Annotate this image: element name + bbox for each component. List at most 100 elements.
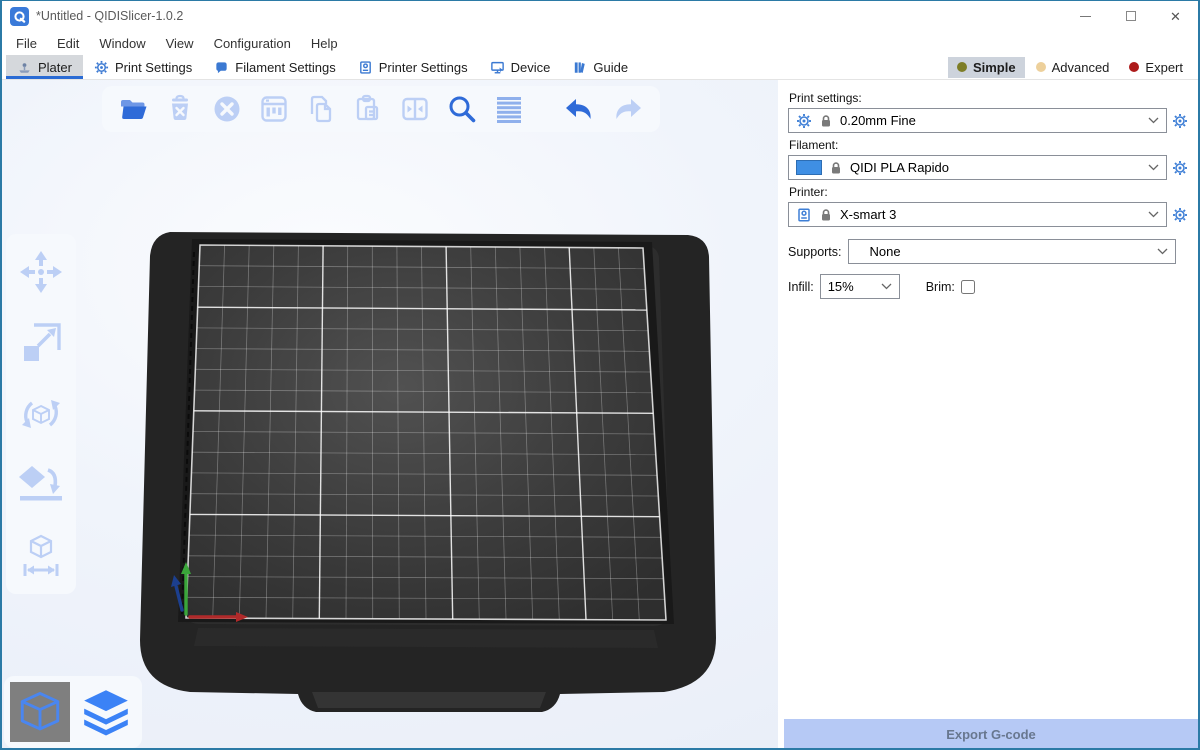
minimize-button[interactable] bbox=[1063, 1, 1108, 31]
menu-file[interactable]: File bbox=[6, 31, 47, 55]
open-folder-icon bbox=[116, 92, 150, 126]
edit-print-settings-button[interactable] bbox=[1172, 113, 1188, 129]
app-window: *Untitled - QIDISlicer-1.0.2 ✕ File Edit… bbox=[0, 0, 1200, 750]
device-icon bbox=[490, 60, 505, 75]
printer-icon bbox=[796, 207, 812, 223]
redo-icon bbox=[610, 92, 646, 126]
mode-simple[interactable]: Simple bbox=[948, 57, 1025, 78]
filament-label: Filament: bbox=[789, 138, 1188, 152]
filament-settings-icon bbox=[214, 60, 229, 75]
printer-combo[interactable]: X-smart 3 bbox=[788, 202, 1167, 227]
chevron-down-icon bbox=[1148, 211, 1159, 218]
preset-gear-icon bbox=[796, 113, 812, 129]
printer-label: Printer: bbox=[789, 185, 1188, 199]
brim-checkbox[interactable] bbox=[961, 280, 975, 294]
tab-plater[interactable]: Plater bbox=[6, 55, 83, 79]
chevron-down-icon bbox=[1157, 248, 1168, 255]
mode-expert[interactable]: Expert bbox=[1120, 57, 1192, 78]
arrange-button[interactable] bbox=[257, 92, 291, 126]
infill-combo[interactable]: 15% bbox=[820, 274, 900, 299]
supports-value: None bbox=[856, 244, 901, 259]
printer-value: X-smart 3 bbox=[840, 207, 896, 222]
print-settings-value: 0.20mm Fine bbox=[840, 113, 916, 128]
delete-trash-icon bbox=[163, 92, 197, 126]
undo-button[interactable] bbox=[561, 92, 597, 126]
search-icon bbox=[445, 92, 479, 126]
expert-mode-dot-icon bbox=[1129, 62, 1139, 72]
mode-advanced[interactable]: Advanced bbox=[1027, 57, 1119, 78]
view-mode-toggles bbox=[4, 676, 142, 748]
window-controls: ✕ bbox=[1063, 1, 1198, 31]
tab-guide[interactable]: Guide bbox=[561, 55, 639, 79]
scale-gizmo-button[interactable] bbox=[18, 320, 64, 366]
measure-icon bbox=[18, 533, 64, 579]
menu-help[interactable]: Help bbox=[301, 31, 348, 55]
tab-print-settings[interactable]: Print Settings bbox=[83, 55, 203, 79]
title-bar: *Untitled - QIDISlicer-1.0.2 ✕ bbox=[2, 1, 1198, 31]
window-title: *Untitled - QIDISlicer-1.0.2 bbox=[36, 9, 1063, 23]
minimize-icon bbox=[1080, 16, 1091, 17]
plater-3d-viewport[interactable] bbox=[2, 80, 778, 750]
close-button[interactable]: ✕ bbox=[1153, 1, 1198, 31]
place-on-face-gizmo-button[interactable] bbox=[18, 462, 64, 508]
preview-view-button[interactable] bbox=[80, 686, 132, 738]
copy-icon bbox=[304, 92, 338, 126]
measure-gizmo-button[interactable] bbox=[18, 533, 64, 579]
chevron-down-icon bbox=[1148, 117, 1159, 124]
bed-front-band bbox=[194, 628, 658, 648]
print-settings-gear-icon bbox=[94, 60, 109, 75]
print-settings-combo[interactable]: 0.20mm Fine bbox=[788, 108, 1167, 133]
paste-button[interactable] bbox=[351, 92, 385, 126]
settings-sidebar: Print settings: 0.20mm Fine Filament: QI… bbox=[778, 80, 1198, 750]
open-button[interactable] bbox=[116, 92, 150, 126]
move-gizmo-button[interactable] bbox=[18, 249, 64, 295]
split-objects-icon bbox=[398, 92, 432, 126]
printer-settings-icon bbox=[358, 60, 373, 75]
edit-filament-button[interactable] bbox=[1172, 160, 1188, 176]
print-bed-3d-model[interactable] bbox=[2, 80, 778, 750]
menu-window[interactable]: Window bbox=[89, 31, 155, 55]
lock-icon bbox=[820, 208, 832, 222]
delete-all-icon bbox=[210, 92, 244, 126]
tab-filament-settings[interactable]: Filament Settings bbox=[203, 55, 346, 79]
scale-icon bbox=[18, 320, 64, 366]
edit-printer-button[interactable] bbox=[1172, 207, 1188, 223]
chevron-down-icon bbox=[881, 283, 892, 290]
rotate-gizmo-button[interactable] bbox=[18, 391, 64, 437]
supports-combo[interactable]: None bbox=[848, 239, 1176, 264]
preview-layers-icon bbox=[80, 686, 132, 738]
menu-edit[interactable]: Edit bbox=[47, 31, 89, 55]
split-objects-button[interactable] bbox=[398, 92, 432, 126]
maximize-icon bbox=[1126, 11, 1136, 21]
app-logo-icon bbox=[10, 7, 29, 26]
infill-value: 15% bbox=[828, 279, 854, 294]
export-gcode-button[interactable]: Export G-code bbox=[784, 719, 1198, 750]
delete-all-button[interactable] bbox=[210, 92, 244, 126]
plater-toolbar bbox=[102, 86, 660, 132]
editor-view-button[interactable] bbox=[10, 682, 70, 742]
lock-icon bbox=[830, 161, 842, 175]
brim-label: Brim: bbox=[926, 280, 955, 294]
plater-icon bbox=[17, 60, 32, 75]
search-button[interactable] bbox=[445, 92, 479, 126]
guide-icon bbox=[572, 60, 587, 75]
layers-button[interactable] bbox=[492, 92, 526, 126]
copy-button[interactable] bbox=[304, 92, 338, 126]
tab-printer-settings[interactable]: Printer Settings bbox=[347, 55, 479, 79]
delete-button[interactable] bbox=[163, 92, 197, 126]
lock-icon bbox=[820, 114, 832, 128]
redo-button[interactable] bbox=[610, 92, 646, 126]
tab-bar: Plater Print Settings Filament Settings … bbox=[2, 55, 1198, 80]
filament-value: QIDI PLA Rapido bbox=[850, 160, 949, 175]
menu-configuration[interactable]: Configuration bbox=[204, 31, 301, 55]
rotate-icon bbox=[18, 391, 64, 437]
place-on-face-icon bbox=[18, 462, 64, 508]
tab-device[interactable]: Device bbox=[479, 55, 562, 79]
maximize-button[interactable] bbox=[1108, 1, 1153, 31]
close-icon: ✕ bbox=[1170, 10, 1181, 23]
undo-icon bbox=[561, 92, 597, 126]
gear-icon bbox=[1172, 207, 1188, 223]
print-settings-label: Print settings: bbox=[789, 91, 1188, 105]
menu-view[interactable]: View bbox=[156, 31, 204, 55]
filament-combo[interactable]: QIDI PLA Rapido bbox=[788, 155, 1167, 180]
